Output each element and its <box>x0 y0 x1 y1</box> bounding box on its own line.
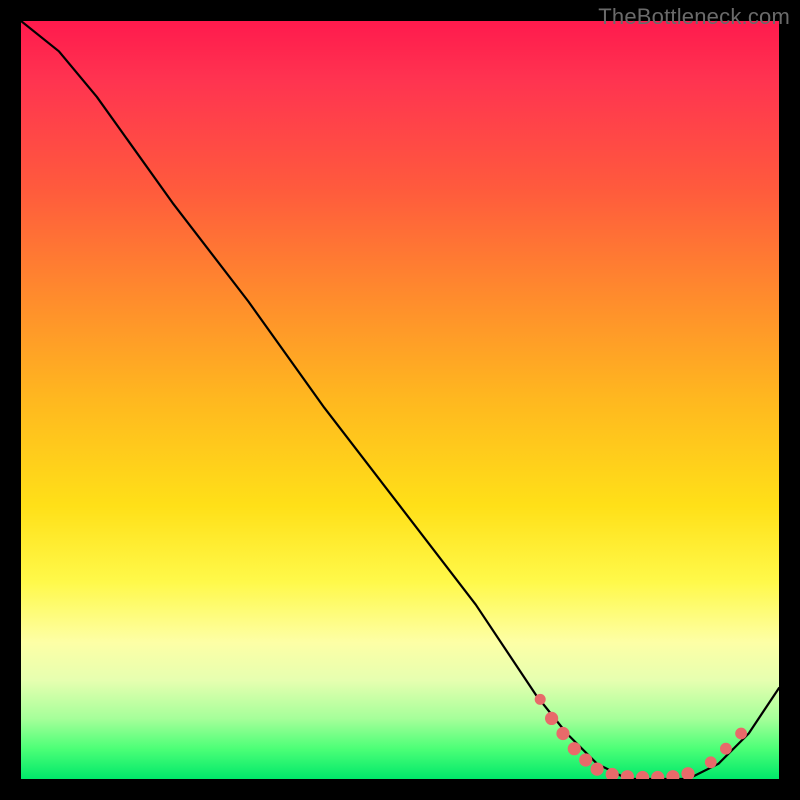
chart-svg <box>21 21 779 779</box>
marker-dot <box>545 712 558 725</box>
marker-dot <box>591 763 604 776</box>
marker-dot <box>636 771 649 779</box>
watermark-text: TheBottleneck.com <box>598 4 790 30</box>
marker-group <box>535 694 747 779</box>
marker-dot <box>535 694 546 705</box>
marker-dot <box>705 756 717 768</box>
marker-dot <box>681 767 694 779</box>
chart-frame: TheBottleneck.com <box>0 0 800 800</box>
marker-dot <box>651 771 664 779</box>
marker-dot <box>666 770 679 779</box>
marker-dot <box>735 728 747 740</box>
marker-dot <box>621 770 634 779</box>
marker-dot <box>556 727 569 740</box>
marker-dot <box>568 742 581 755</box>
curve-path <box>21 21 779 779</box>
marker-dot <box>579 753 592 766</box>
marker-dot <box>720 743 732 755</box>
